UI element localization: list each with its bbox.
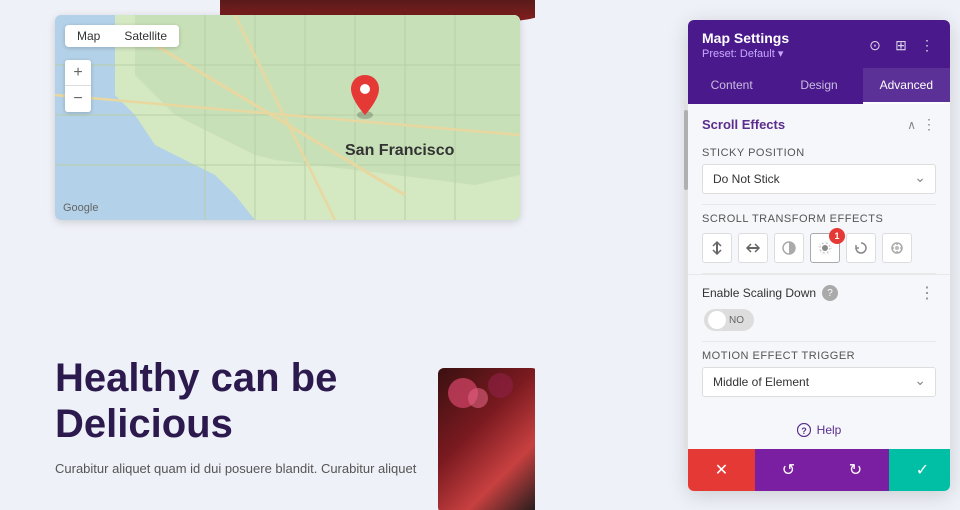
color-icon[interactable]	[882, 233, 912, 263]
transform-label: Scroll Transform Effects	[702, 213, 936, 225]
tab-content[interactable]: Content	[688, 68, 775, 104]
map-container: San Francisco Map Satellite + − Google	[55, 15, 520, 220]
toggle-circle	[708, 311, 726, 329]
scaling-more-icon[interactable]: ⋮	[919, 283, 936, 303]
help-label: Help	[817, 423, 842, 437]
google-label: Google	[63, 202, 98, 214]
map-tab-satellite[interactable]: Satellite	[112, 25, 179, 47]
cancel-button[interactable]: ✕	[688, 449, 755, 491]
section-header-icons: ∧ ⋮	[907, 116, 936, 133]
panel-preset: Preset: Default ▾	[702, 47, 789, 60]
map-tabs[interactable]: Map Satellite	[65, 25, 179, 47]
sticky-position-select[interactable]: Do Not Stick Top of Page Bottom of Page	[702, 164, 936, 194]
rotate-icon[interactable]	[846, 233, 876, 263]
sticky-position-select-wrapper: Do Not Stick Top of Page Bottom of Page	[702, 164, 936, 194]
help-icon: ?	[797, 423, 811, 437]
scaling-section: Enable Scaling Down ? ⋮ NO	[688, 274, 950, 341]
left-content-area: San Francisco Map Satellite + − Google H…	[0, 0, 535, 510]
action-bar: ✕ ↺ ↻ ✓	[688, 449, 950, 491]
redo-button[interactable]: ↻	[822, 449, 889, 491]
transform-icons-row: 1	[702, 233, 936, 263]
panel-title: Map Settings	[702, 30, 789, 46]
panel-scrollbar-track	[684, 100, 688, 450]
food-image	[438, 368, 535, 510]
scaling-toggle[interactable]: NO	[704, 309, 754, 331]
section-more-icon[interactable]: ⋮	[922, 116, 936, 133]
page-text-area: Healthy can be Delicious Curabitur aliqu…	[55, 355, 416, 480]
blur-badge: 1	[829, 228, 845, 244]
settings-panel: Map Settings Preset: Default ▾ ⊙ ⊞ ⋮ Con…	[688, 20, 950, 491]
collapse-icon[interactable]: ∧	[907, 118, 916, 132]
svg-text:San Francisco: San Francisco	[345, 142, 455, 159]
sticky-position-label: Sticky Position	[702, 147, 936, 159]
layout-icon[interactable]: ⊞	[892, 36, 910, 54]
zoom-out-button[interactable]: −	[65, 86, 91, 112]
toggle-label: NO	[729, 315, 744, 326]
motion-trigger-select[interactable]: Middle of Element Top of Element Bottom …	[702, 367, 936, 397]
help-row[interactable]: ? Help	[688, 411, 950, 449]
panel-body: Scroll Effects ∧ ⋮ Sticky Position Do No…	[688, 104, 950, 449]
vertical-scroll-icon[interactable]	[702, 233, 732, 263]
panel-header-icons: ⊙ ⊞ ⋮	[866, 36, 936, 54]
motion-trigger-select-wrapper: Middle of Element Top of Element Bottom …	[702, 367, 936, 397]
body-text: Curabitur aliquet quam id dui posuere bl…	[55, 459, 416, 480]
blur-icon[interactable]: 1	[810, 233, 840, 263]
trigger-section: Motion Effect Trigger Middle of Element …	[688, 342, 950, 411]
scaling-title: Enable Scaling Down	[702, 286, 816, 300]
scaling-header: Enable Scaling Down ? ⋮	[702, 283, 936, 303]
headline-line2: Delicious	[55, 402, 233, 446]
panel-tabs: Content Design Advanced	[688, 68, 950, 104]
scaling-label-row: Enable Scaling Down ?	[702, 285, 838, 301]
scroll-effects-title: Scroll Effects	[702, 117, 785, 132]
scroll-effects-header: Scroll Effects ∧ ⋮	[688, 104, 950, 141]
headline: Healthy can be Delicious	[55, 355, 416, 447]
panel-header: Map Settings Preset: Default ▾ ⊙ ⊞ ⋮	[688, 20, 950, 68]
map-tab-map[interactable]: Map	[65, 25, 112, 47]
undo-button[interactable]: ↺	[755, 449, 822, 491]
horizontal-scroll-icon[interactable]	[738, 233, 768, 263]
panel-header-left: Map Settings Preset: Default ▾	[702, 30, 789, 60]
opacity-icon[interactable]	[774, 233, 804, 263]
headline-line1: Healthy can be	[55, 356, 337, 400]
panel-scrollbar-thumb[interactable]	[684, 110, 688, 190]
scaling-help-icon[interactable]: ?	[822, 285, 838, 301]
transform-section: Scroll Transform Effects 1	[688, 205, 950, 273]
svg-text:?: ?	[801, 426, 807, 436]
more-options-icon[interactable]: ⋮	[918, 36, 936, 54]
zoom-in-button[interactable]: +	[65, 60, 91, 86]
save-button[interactable]: ✓	[889, 449, 950, 491]
tab-advanced[interactable]: Advanced	[863, 68, 950, 104]
target-icon[interactable]: ⊙	[866, 36, 884, 54]
sticky-position-field: Sticky Position Do Not Stick Top of Page…	[688, 141, 950, 204]
motion-trigger-label: Motion Effect Trigger	[702, 350, 936, 362]
tab-design[interactable]: Design	[775, 68, 862, 104]
map-zoom-controls: + −	[65, 60, 91, 112]
